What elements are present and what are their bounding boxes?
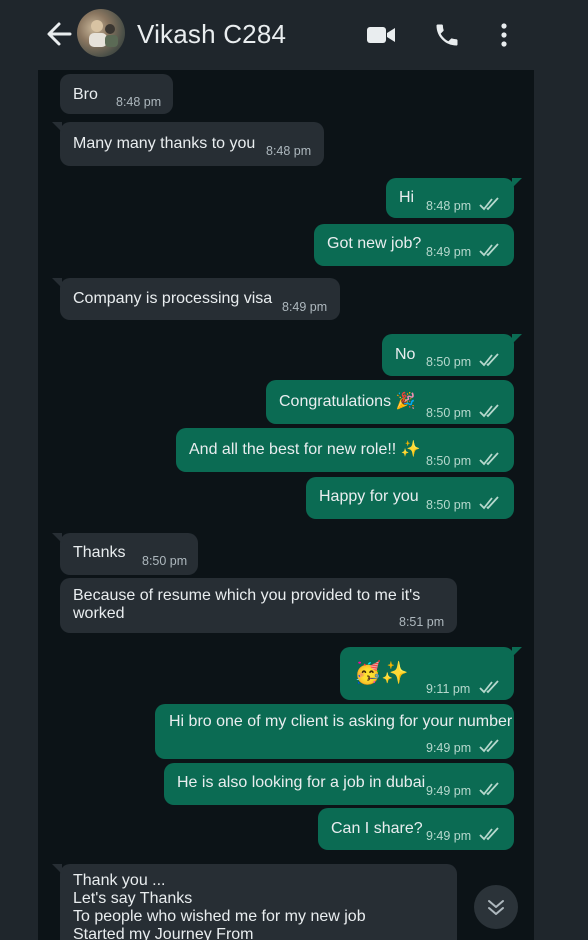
message-time: 8:48 pm [426,199,472,213]
bubble-tail [512,178,522,188]
message-text: Company is processing visa [73,290,273,307]
message-text: Many many thanks to you [73,135,256,152]
read-ticks-icon [479,782,499,796]
bubble-tail [52,533,62,543]
contact-name[interactable]: Vikash C284 [137,19,286,50]
message-text: Congratulations 🎉 [279,393,416,410]
read-ticks-icon [479,827,499,841]
message-bubble-incoming[interactable]: Company is processing visa 8:49 pm [52,278,340,320]
message-bubble-incoming[interactable]: Because of resume which you provided to … [60,578,457,633]
message-text: And all the best for new role!! ✨ [189,441,421,458]
message-bubble-incoming[interactable]: Many many thanks to you 8:48 pm [52,122,324,166]
message-text: No [395,346,416,363]
double-chevron-down-icon [488,900,504,915]
message-text-line: To people who wished me for my new job [73,908,366,925]
message-bubble-outgoing[interactable]: Congratulations 🎉 8:50 pm [266,380,514,424]
message-bubble-outgoing[interactable]: He is also looking for a job in dubai 9:… [164,763,514,805]
bubble-tail [52,864,62,874]
chat-screen: Vikash C284 Bro 8:48 pm Many many thanks… [0,0,588,940]
message-text: Hi bro one of my client is asking for yo… [169,713,513,730]
message-time: 8:48 pm [116,95,162,109]
message-time: 8:51 pm [399,615,445,629]
read-ticks-icon [479,452,499,466]
message-text: Bro [73,86,98,103]
message-text: Can I share? [331,820,423,837]
message-bubble-outgoing[interactable]: No 8:50 pm [382,334,522,376]
message-time: 9:49 pm [426,741,472,755]
message-text-line: Started my Journey From [73,926,254,940]
message-bubble-outgoing[interactable]: 🥳✨ 9:11 pm [340,647,522,700]
message-time: 9:49 pm [426,829,472,843]
message-time: 8:48 pm [266,144,312,158]
message-time: 8:50 pm [426,355,472,369]
bubble-tail [512,334,522,344]
read-ticks-icon [479,680,499,694]
message-time: 8:50 pm [426,454,472,468]
message-bubble-outgoing[interactable]: Hi bro one of my client is asking for yo… [155,704,514,759]
message-time: 8:50 pm [142,554,188,568]
message-text-line: Because of resume which you provided to … [73,587,421,604]
message-text: Got new job? [327,235,422,252]
message-bubble-outgoing[interactable]: Hi 8:48 pm [386,178,522,218]
message-text-line: worked [73,605,125,622]
message-text: 🥳✨ [354,660,409,685]
message-bubble-outgoing[interactable]: And all the best for new role!! ✨ 8:50 p… [176,428,514,472]
message-text-line: Let's say Thanks [73,890,193,907]
message-time: 8:50 pm [426,406,472,420]
bubble-tail [52,278,62,288]
message-time: 9:49 pm [426,784,472,798]
message-text-line: Thank you ... [73,872,166,889]
message-bubble-outgoing[interactable]: Got new job? 8:49 pm [314,224,514,266]
scroll-to-bottom-button[interactable] [474,885,518,929]
avatar-photo [89,20,118,47]
message-text: Thanks [73,544,126,561]
message-text: Happy for you [319,488,419,505]
message-bubble-outgoing[interactable]: Can I share? 9:49 pm [318,808,514,850]
avatar[interactable] [77,9,125,57]
message-bubble-outgoing[interactable]: Happy for you 8:50 pm [306,477,514,519]
read-ticks-icon [479,739,499,753]
message-bubble-incoming[interactable]: Thank you ... Let's say Thanks To people… [52,864,457,940]
read-ticks-icon [479,197,499,211]
voice-call-icon[interactable] [433,21,461,49]
read-ticks-icon [479,404,499,418]
message-time: 8:49 pm [282,300,328,314]
message-time: 8:50 pm [426,498,472,512]
message-time: 9:11 pm [426,682,471,696]
read-ticks-icon [479,243,499,257]
more-options-icon[interactable] [497,21,511,49]
message-bubble-incoming[interactable]: Bro 8:48 pm [60,74,173,114]
video-call-icon[interactable] [366,25,396,45]
read-ticks-icon [479,496,499,510]
message-text: Hi [399,189,415,206]
message-bubble-incoming[interactable]: Thanks 8:50 pm [52,533,198,575]
read-ticks-icon [479,353,499,367]
message-text: He is also looking for a job in dubai [177,774,426,791]
chat-header: Vikash C284 [0,0,588,70]
back-arrow-icon[interactable] [44,17,74,51]
bubble-tail [512,647,522,657]
bubble-tail [52,122,62,132]
message-time: 8:49 pm [426,245,472,259]
